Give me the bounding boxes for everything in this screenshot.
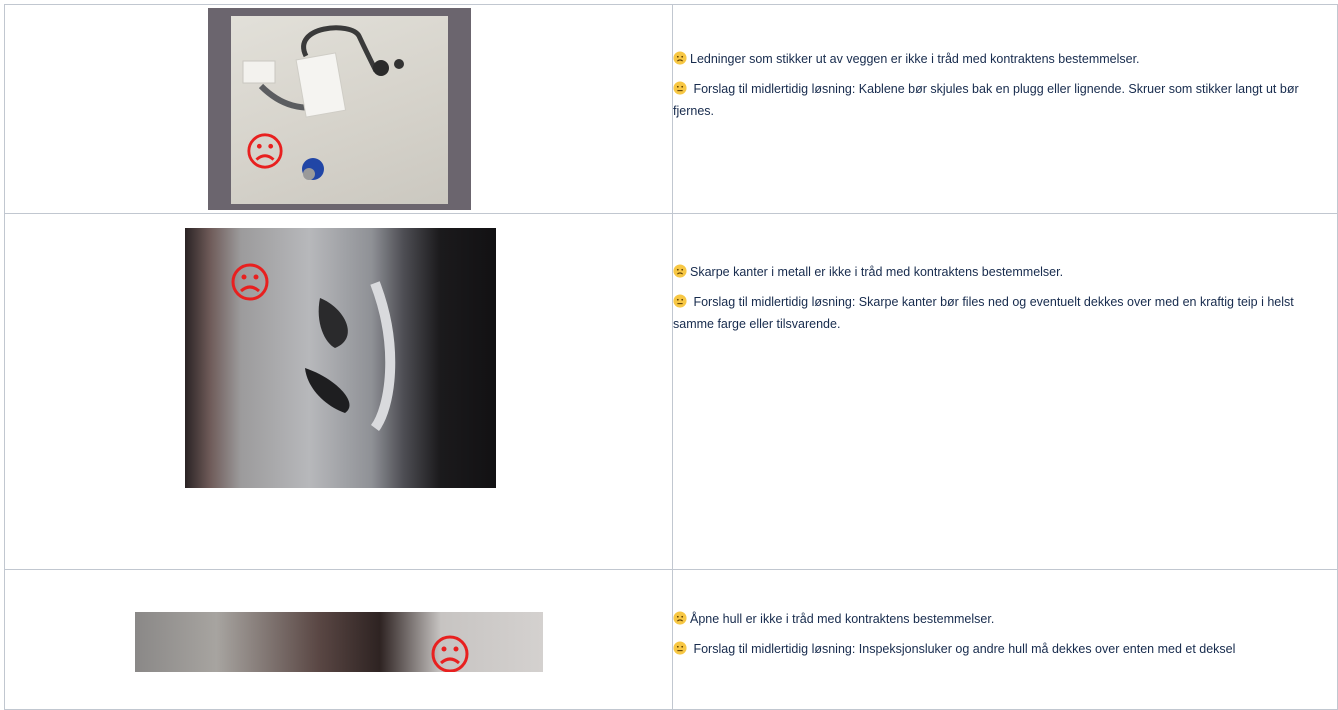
- frowning-face-icon: [673, 611, 687, 625]
- frowning-face-icon: [673, 51, 687, 65]
- sad-face-marker: [431, 635, 469, 672]
- suggestion-line: Forslag til midlertidig løsning: Skarpe …: [673, 294, 1294, 331]
- neutral-face-icon: [673, 81, 687, 95]
- suggestion-line: Forslag til midlertidig løsning: Kablene…: [673, 81, 1299, 118]
- suggestion-line: Forslag til midlertidig løsning: Inspeks…: [673, 638, 1337, 660]
- photo-cables-wall[interactable]: [208, 8, 471, 210]
- description-cell: Ledninger som stikker ut av veggen er ik…: [672, 4, 1338, 214]
- issue-line: Skarpe kanter i metall er ikke i tråd me…: [673, 261, 1337, 283]
- table-row: Åpne hull er ikke i tråd med kontraktens…: [4, 569, 1338, 710]
- neutral-face-icon: [673, 294, 687, 308]
- inspection-table: Ledninger som stikker ut av veggen er ik…: [4, 4, 1338, 710]
- photo-cell: [4, 213, 673, 570]
- frowning-face-icon: [673, 264, 687, 278]
- sad-face-marker: [231, 263, 269, 301]
- issue-line: Ledninger som stikker ut av veggen er ik…: [673, 48, 1337, 70]
- photo-sharp-metal-edge[interactable]: [185, 228, 496, 488]
- description-cell: Åpne hull er ikke i tråd med kontraktens…: [672, 569, 1338, 710]
- neutral-face-icon: [673, 641, 687, 655]
- description-cell: Skarpe kanter i metall er ikke i tråd me…: [672, 213, 1338, 570]
- table-row: Skarpe kanter i metall er ikke i tråd me…: [4, 213, 1338, 570]
- table-row: Ledninger som stikker ut av veggen er ik…: [4, 4, 1338, 214]
- issue-line: Åpne hull er ikke i tråd med kontraktens…: [673, 608, 1337, 630]
- photo-cell: [4, 4, 673, 214]
- photo-cell: [4, 569, 673, 710]
- photo-open-hole[interactable]: [135, 612, 543, 672]
- sad-face-marker: [247, 133, 283, 169]
